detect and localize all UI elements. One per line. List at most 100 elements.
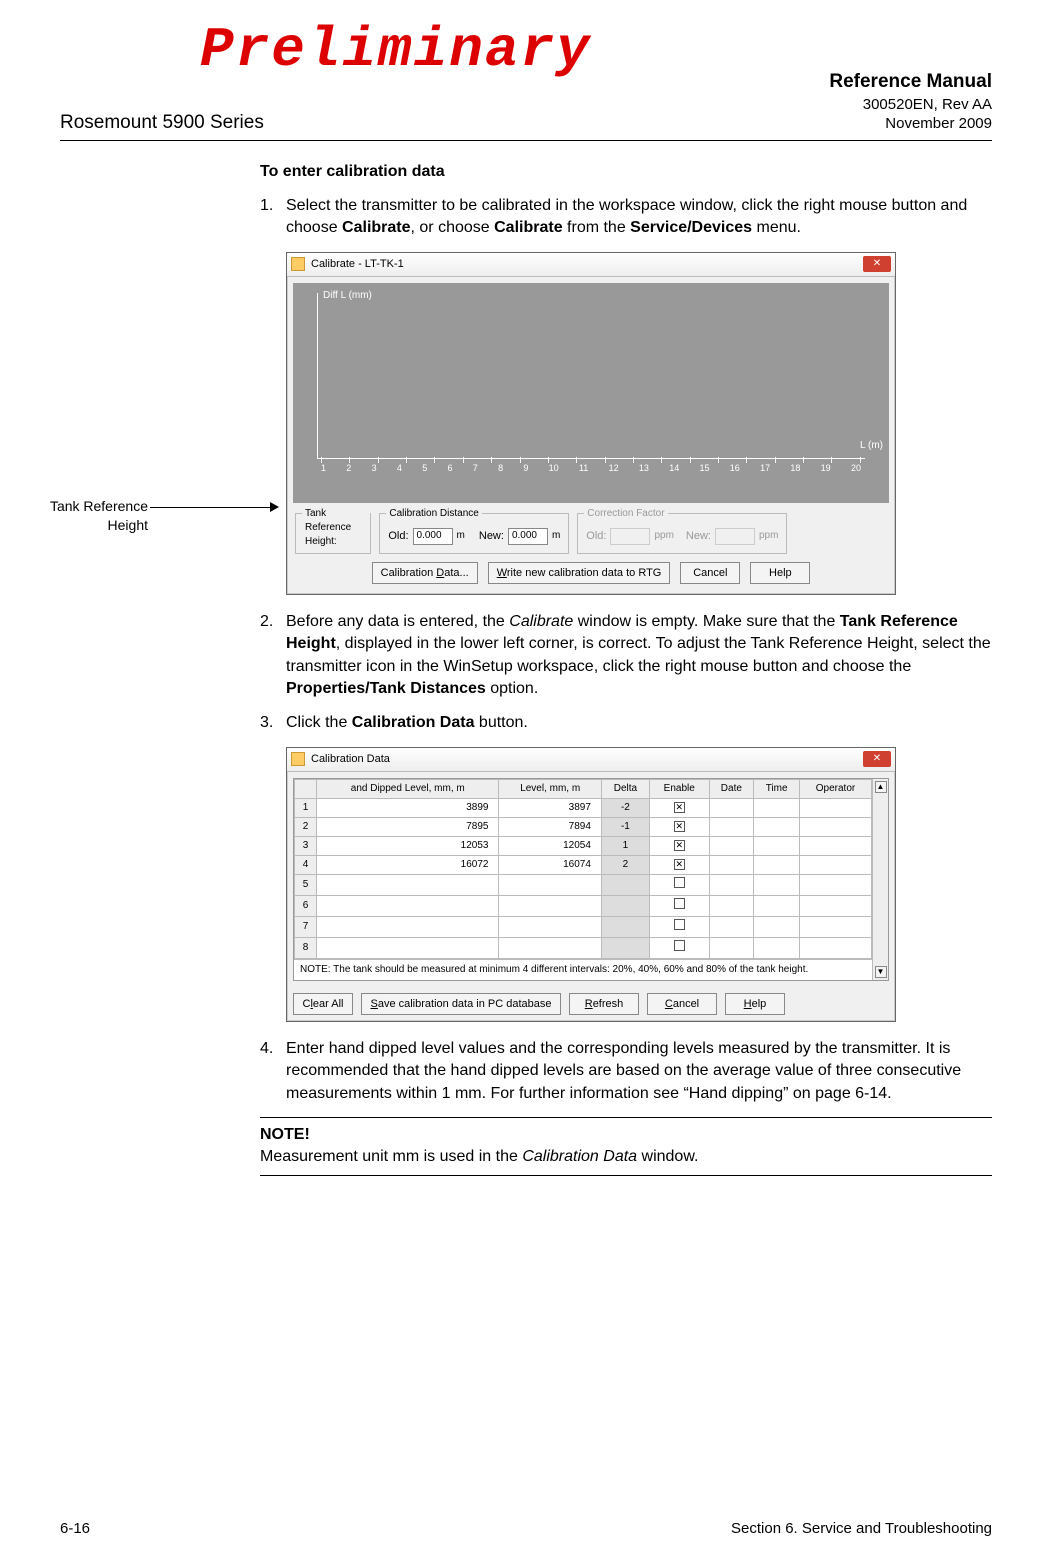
table-row[interactable]: 5 <box>295 874 872 895</box>
clear-all-button[interactable]: Clear All <box>293 993 353 1015</box>
y-axis-label: Diff L (mm) <box>323 289 372 303</box>
checkbox-icon[interactable]: ✕ <box>674 859 685 870</box>
annotation-arrow-line <box>150 507 270 508</box>
chart-area: Diff L (mm) L (m) 1 2 3 4 5 6 7 8 9 <box>293 283 889 503</box>
text: menu. <box>752 219 801 236</box>
help-button[interactable]: Help <box>750 562 810 584</box>
cancel-button[interactable]: Cancel <box>680 562 740 584</box>
cell-enable[interactable] <box>649 895 709 916</box>
header-date: November 2009 <box>829 114 992 134</box>
checkbox-icon[interactable] <box>674 898 685 909</box>
scrollbar[interactable]: ▲ ▼ <box>872 779 888 980</box>
table-note: NOTE: The tank should be measured at min… <box>294 959 888 980</box>
cell-delta: -2 <box>601 798 649 817</box>
table-row[interactable]: 138993897-2✕ <box>295 798 872 817</box>
scroll-down-icon[interactable]: ▼ <box>875 966 887 978</box>
tick: 18 <box>790 462 800 475</box>
cell[interactable]: 16072 <box>317 855 499 874</box>
text: window is empty. Make sure that the <box>573 613 839 630</box>
window-icon <box>291 752 305 766</box>
cell[interactable]: 3899 <box>317 798 499 817</box>
cell[interactable]: 3897 <box>499 798 601 817</box>
table-row[interactable]: 8 <box>295 937 872 958</box>
step-4-body: Enter hand dipped level values and the c… <box>286 1038 992 1105</box>
cal-dist-new-input[interactable]: 0.000 <box>508 528 548 545</box>
titlebar: Calibrate - LT-TK-1 ✕ <box>287 253 895 277</box>
cancel-button[interactable]: Cancel <box>647 993 717 1015</box>
tick: 12 <box>609 462 619 475</box>
col-header: Operator <box>800 779 872 798</box>
close-button[interactable]: ✕ <box>863 256 891 272</box>
save-button[interactable]: Save calibration data in PC database <box>361 993 561 1015</box>
tank-ref-height-group: Tank Reference Height: 20.000 m <box>295 513 371 554</box>
step-3: 3. Click the Calibration Data button. <box>260 712 992 734</box>
label: New: <box>686 529 711 544</box>
cell-enable[interactable]: ✕ <box>649 817 709 836</box>
row-num: 8 <box>295 937 317 958</box>
cell-delta: -1 <box>601 817 649 836</box>
annotation-label: Tank Reference Height <box>28 497 148 536</box>
table-row[interactable]: 312053120541✕ <box>295 836 872 855</box>
page-number: 6-16 <box>60 1520 90 1537</box>
cell-enable[interactable]: ✕ <box>649 836 709 855</box>
tick: 14 <box>669 462 679 475</box>
table-row[interactable]: 278957894-1✕ <box>295 817 872 836</box>
cell[interactable]: 7895 <box>317 817 499 836</box>
close-button[interactable]: ✕ <box>863 751 891 767</box>
refresh-button[interactable]: Refresh <box>569 993 639 1015</box>
text: from the <box>563 219 631 236</box>
group-legend: Correction Factor <box>584 507 667 521</box>
bold: Calibrate <box>494 219 562 236</box>
checkbox-icon[interactable] <box>674 940 685 951</box>
header-title: Reference Manual <box>829 70 992 95</box>
calibration-data-button[interactable]: Calibration Data... <box>372 562 478 584</box>
corr-factor-new-input <box>715 528 755 545</box>
cell[interactable]: 12053 <box>317 836 499 855</box>
unit-label: ppm <box>759 529 778 543</box>
italic: Calibration Data <box>522 1148 637 1165</box>
watermark: Preliminary <box>200 18 592 82</box>
cell-enable[interactable] <box>649 937 709 958</box>
table-row[interactable]: 6 <box>295 895 872 916</box>
calibration-table: and Dipped Level, mm, m Level, mm, m Del… <box>294 779 872 959</box>
window-title: Calibration Data <box>311 752 390 767</box>
checkbox-icon[interactable] <box>674 919 685 930</box>
cell-enable[interactable]: ✕ <box>649 855 709 874</box>
cell[interactable]: 7894 <box>499 817 601 836</box>
cell[interactable]: 16074 <box>499 855 601 874</box>
text: Before any data is entered, the <box>286 613 509 630</box>
button-row: Clear All Save calibration data in PC da… <box>287 987 895 1021</box>
step-4-number: 4. <box>260 1038 286 1105</box>
header-docid: 300520EN, Rev AA <box>829 95 992 115</box>
row-num: 3 <box>295 836 317 855</box>
row-num: 7 <box>295 916 317 937</box>
table-header-row: and Dipped Level, mm, m Level, mm, m Del… <box>295 779 872 798</box>
calibration-data-dialog: Calibration Data ✕ and Dipped Level, mm,… <box>286 747 896 1022</box>
cal-dist-old-input[interactable]: 0.000 <box>413 528 453 545</box>
section-heading: To enter calibration data <box>260 161 992 183</box>
tick: 2 <box>346 462 351 475</box>
bold: Service/Devices <box>630 219 752 236</box>
cell-enable[interactable]: ✕ <box>649 798 709 817</box>
table-row[interactable]: 416072160742✕ <box>295 855 872 874</box>
cell-enable[interactable] <box>649 916 709 937</box>
checkbox-icon[interactable]: ✕ <box>674 821 685 832</box>
bold: Calibration Data <box>352 714 475 731</box>
help-button[interactable]: Help <box>725 993 785 1015</box>
table-row[interactable]: 7 <box>295 916 872 937</box>
label: Old: <box>388 529 408 544</box>
checkbox-icon[interactable] <box>674 877 685 888</box>
cell-delta: 2 <box>601 855 649 874</box>
checkbox-icon[interactable]: ✕ <box>674 802 685 813</box>
cell-enable[interactable] <box>649 874 709 895</box>
tick: 9 <box>523 462 528 475</box>
write-to-rtg-button[interactable]: Write new calibration data to RTG <box>488 562 671 584</box>
tick: 1 <box>321 462 326 475</box>
scroll-up-icon[interactable]: ▲ <box>875 781 887 793</box>
checkbox-icon[interactable]: ✕ <box>674 840 685 851</box>
text: , or choose <box>411 219 495 236</box>
tick: 19 <box>821 462 831 475</box>
cell[interactable]: 12054 <box>499 836 601 855</box>
bold: Calibrate <box>342 219 410 236</box>
step-2-body: Before any data is entered, the Calibrat… <box>286 611 992 701</box>
